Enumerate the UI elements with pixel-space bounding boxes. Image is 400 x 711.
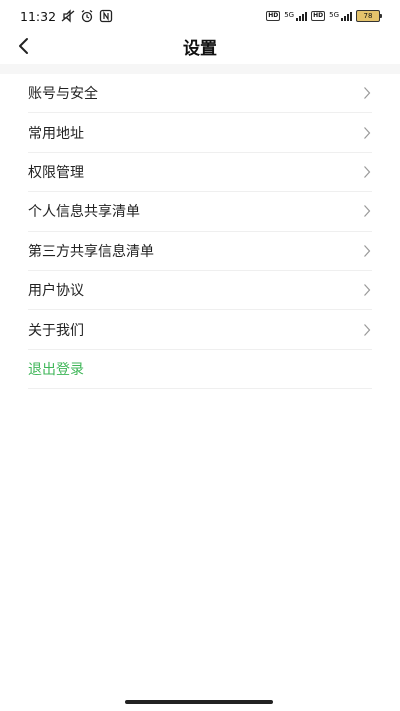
- settings-item-label: 用户协议: [28, 283, 84, 300]
- settings-list: 账号与安全 常用地址 权限管理 个人信息共享清单 第三方共享信息清单 用户协议 …: [28, 74, 372, 390]
- hd-badge: HD: [311, 11, 326, 21]
- settings-item-permissions[interactable]: 权限管理: [28, 153, 372, 193]
- mute-icon: [61, 9, 75, 23]
- chevron-right-icon: [362, 126, 372, 140]
- settings-item-about-us[interactable]: 关于我们: [28, 310, 372, 350]
- network-type: 5G: [329, 11, 339, 19]
- hd-badge: HD: [266, 11, 281, 21]
- settings-item-label: 关于我们: [28, 322, 84, 339]
- chevron-right-icon: [362, 86, 372, 100]
- alarm-icon: [80, 9, 94, 23]
- chevron-right-icon: [362, 165, 372, 179]
- chevron-right-icon: [362, 244, 372, 258]
- page-title: 设置: [183, 38, 217, 59]
- settings-item-label: 账号与安全: [28, 86, 98, 103]
- signal-icon: [341, 11, 352, 21]
- nav-bar: 设置: [0, 28, 400, 64]
- battery-icon: 78: [356, 10, 382, 22]
- chevron-right-icon: [362, 283, 372, 297]
- back-button[interactable]: [12, 34, 34, 58]
- settings-item-label: 第三方共享信息清单: [28, 243, 154, 260]
- chevron-right-icon: [362, 323, 372, 337]
- header-shadow: [0, 64, 400, 74]
- settings-item-label: 个人信息共享清单: [28, 204, 140, 221]
- status-right: HD 5G HD 5G 78: [266, 10, 382, 22]
- settings-item-user-agreement[interactable]: 用户协议: [28, 271, 372, 311]
- back-arrow-icon: [19, 38, 28, 54]
- logout-label: 退出登录: [28, 361, 84, 378]
- status-left: 11:32: [20, 9, 113, 24]
- logout-button[interactable]: 退出登录: [28, 350, 372, 390]
- network-type: 5G: [284, 11, 295, 19]
- settings-item-third-party-list[interactable]: 第三方共享信息清单: [28, 232, 372, 271]
- settings-item-personal-info-list[interactable]: 个人信息共享清单: [28, 192, 372, 232]
- settings-item-account-security[interactable]: 账号与安全: [28, 74, 372, 114]
- home-indicator[interactable]: [125, 700, 273, 704]
- settings-item-addresses[interactable]: 常用地址: [28, 113, 372, 153]
- settings-item-label: 常用地址: [28, 125, 84, 142]
- chevron-right-icon: [362, 204, 372, 218]
- settings-item-label: 权限管理: [28, 164, 84, 181]
- status-time: 11:32: [20, 8, 57, 24]
- nfc-icon: [99, 9, 113, 23]
- signal-icon: [296, 11, 308, 21]
